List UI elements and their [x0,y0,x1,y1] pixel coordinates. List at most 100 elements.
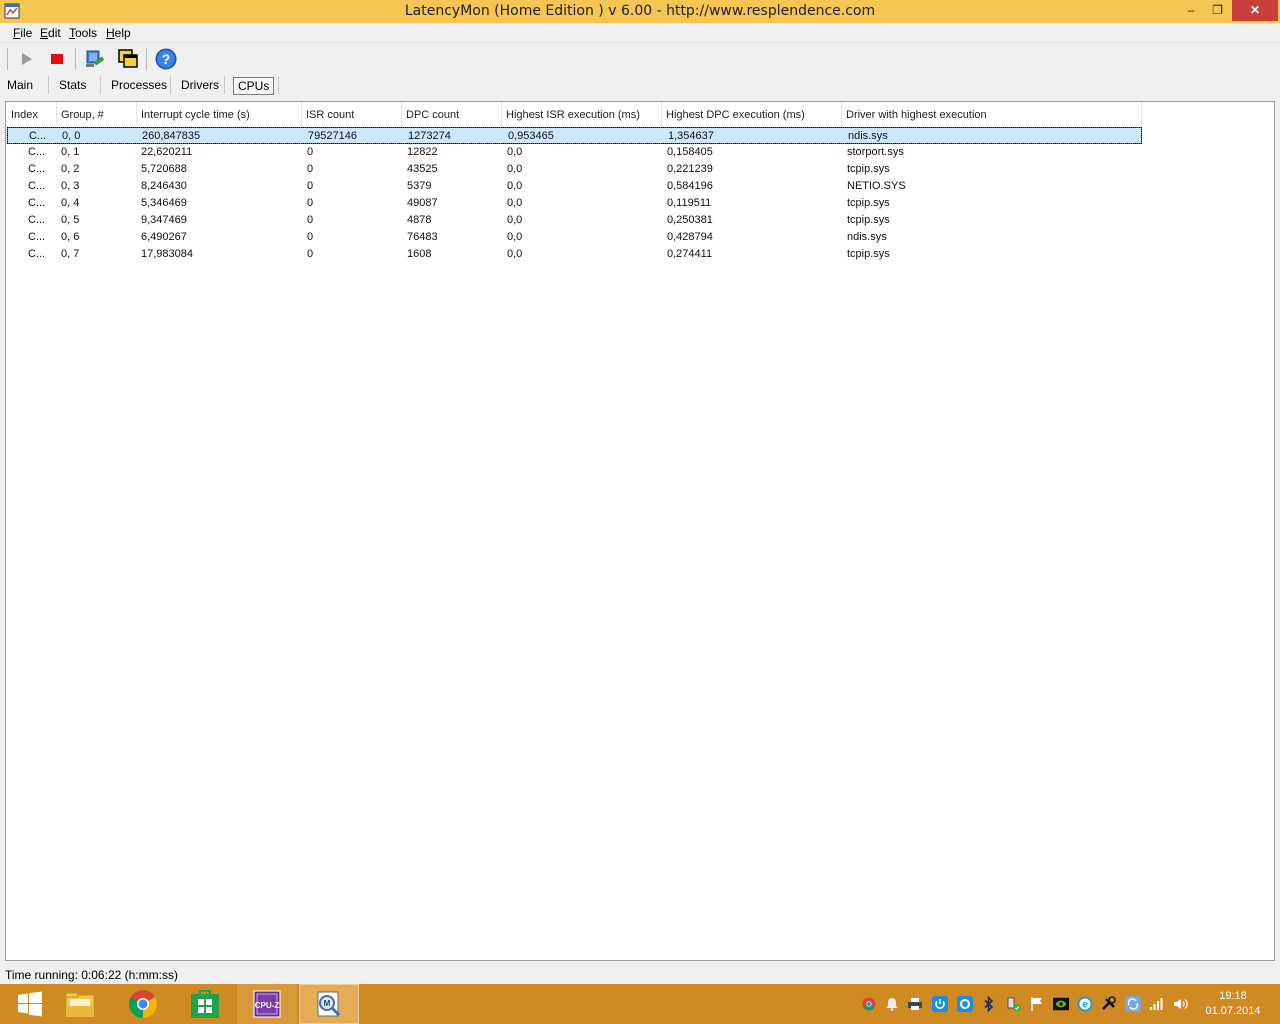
table-cell: 260,847835 [142,130,201,142]
table-cell: C... [28,248,46,260]
column-header-dpc-count[interactable]: DPC count [401,102,501,127]
table-cell: tcpip.sys [847,197,890,209]
tab-separator [170,76,171,94]
signal-icon[interactable] [1149,996,1165,1012]
chrome-tray-icon[interactable] [861,996,877,1012]
status-bar: Time running: 0:06:22 (h:mm:ss) [0,966,1280,984]
table-cell: 0,0 [507,197,523,209]
toolbar: ? [0,44,1280,74]
stop-monitor-button[interactable] [44,47,70,71]
table-cell: 4878 [407,214,432,226]
latencymon-label: M [324,999,331,1008]
menu-label: ools [75,26,98,40]
maximize-button[interactable]: ❐ [1204,0,1231,21]
table-cell: 49087 [407,197,438,209]
column-header-isr-count[interactable]: ISR count [301,102,401,127]
table-cell: 0, 3 [61,180,80,192]
table-cell: 0,0 [507,163,523,175]
menu-tools[interactable]: Tools [69,26,97,40]
column-header-interrupt-cycle-time[interactable]: Interrupt cycle time (s) [136,102,301,127]
menu-help[interactable]: Help [106,26,131,40]
table-cell: ndis.sys [847,231,887,243]
tab-stats[interactable]: Stats [55,77,90,95]
table-cell: 0, 4 [61,197,80,209]
volume-icon[interactable] [1173,996,1189,1012]
table-cell: 0, 0 [62,130,81,142]
table-cell: 0, 2 [61,163,80,175]
table-row[interactable]: C... 0, 1 22,620211 0 12822 0,0 0,158405 storpo… [7,144,1142,161]
column-header-group[interactable]: Group, # [56,102,136,127]
table-cell: 0,158405 [667,146,713,158]
table-cell: 0,0 [507,231,523,243]
table-row[interactable]: C... 0, 4 5,346469 0 49087 0,0 0,119511 tcpip.s… [7,195,1142,212]
table-cell: 0 [307,214,314,226]
system-clock[interactable]: 19:18 01.07.2014 [1198,989,1268,1019]
clock-time: 19:18 [1219,990,1247,1002]
tab-separator [100,76,101,94]
tab-separator [278,76,279,94]
tab-cpus[interactable]: CPUs [233,77,275,95]
taskbar-chrome[interactable] [113,984,173,1024]
start-monitor-button[interactable] [13,47,39,71]
close-button[interactable]: ✕ [1232,0,1278,21]
svg-text:e: e [1082,1000,1088,1011]
table-cell: C... [28,197,46,209]
column-header-highest-isr[interactable]: Highest ISR execution (ms) [501,102,661,127]
table-row[interactable]: C... 0, 3 8,246430 0 5379 0,0 0,584196 NETIO.SY… [7,178,1142,195]
tab-main[interactable]: Main [3,77,37,95]
table-cell: 1608 [407,248,432,260]
table-row[interactable]: C... 0, 5 9,347469 0 4878 0,0 0,250381 tcpip.sy… [7,212,1142,229]
table-cell: C... [28,180,46,192]
tab-drivers[interactable]: Drivers [177,77,223,95]
file-explorer-icon [65,992,95,1018]
table-row[interactable]: C... 0, 6 6,490267 0 76483 0,0 0,428794 ndis.sy… [7,229,1142,246]
power-icon[interactable] [932,996,948,1012]
table-cell: 17,983084 [141,248,193,260]
menu-edit[interactable]: Edit [40,26,61,40]
table-cell: 0,0 [507,214,523,226]
help-button[interactable]: ? [153,47,179,71]
taskbar-store[interactable] [175,984,235,1024]
table-row[interactable]: C... 0, 2 5,720688 0 43525 0,0 0,221239 tcpip.s… [7,161,1142,178]
column-divider[interactable] [1141,102,1142,127]
table-cell: 0,221239 [667,163,713,175]
window-title: LatencyMon (Home Edition ) v 6.00 - http… [404,3,876,19]
column-header-index[interactable]: Index [6,102,56,127]
sync-icon[interactable] [1125,996,1141,1012]
cpuz-label: CPU-Z [255,1001,280,1010]
menu-bar: File Edit Tools Help [0,23,1280,43]
table-row[interactable]: C... 0, 0 260,847835 79527146 1273274 0,95346… [7,127,1142,144]
taskbar-cpuz[interactable]: CPU-Z [237,984,297,1024]
tools-icon[interactable] [1101,996,1117,1012]
column-header-driver[interactable]: Driver with highest execution [841,102,1141,127]
table-row[interactable]: C... 0, 7 17,983084 0 1608 0,0 0,274411 tcpip.s… [7,246,1142,263]
table-cell: storport.sys [847,146,904,158]
printer-icon[interactable] [907,996,923,1012]
toolbar-separator [75,48,76,70]
title-bar[interactable]: LatencyMon (Home Edition ) v 6.00 - http… [0,0,1280,23]
nvidia-icon[interactable] [1053,996,1069,1012]
menu-file[interactable]: File [13,26,32,40]
table-cell: 1,354637 [668,130,714,142]
column-header-highest-dpc[interactable]: Highest DPC execution (ms) [661,102,841,127]
bluetooth-icon[interactable] [981,996,997,1012]
taskbar-file-explorer[interactable] [50,984,110,1024]
table-cell: 0,428794 [667,231,713,243]
table-cell: 22,620211 [141,146,193,158]
taskbar-latencymon[interactable]: M [299,984,359,1024]
minimize-button[interactable]: – [1178,0,1204,21]
usb-icon[interactable] [1005,996,1021,1012]
network-app-icon[interactable] [957,996,973,1012]
cpu-list-view[interactable]: Index Group, # Interrupt cycle time (s) … [5,101,1275,961]
driver-info-button[interactable] [82,47,108,71]
table-cell: 0,953465 [508,130,554,142]
windows-button[interactable] [115,47,141,71]
table-cell: 0 [307,146,314,158]
e-icon[interactable]: e [1077,996,1093,1012]
table-cell: 8,246430 [141,180,187,192]
store-icon [191,990,219,1018]
table-cell: tcpip.sys [847,163,890,175]
tab-processes[interactable]: Processes [107,77,171,95]
notification-icon[interactable] [884,996,900,1012]
flag-icon[interactable] [1029,996,1045,1012]
